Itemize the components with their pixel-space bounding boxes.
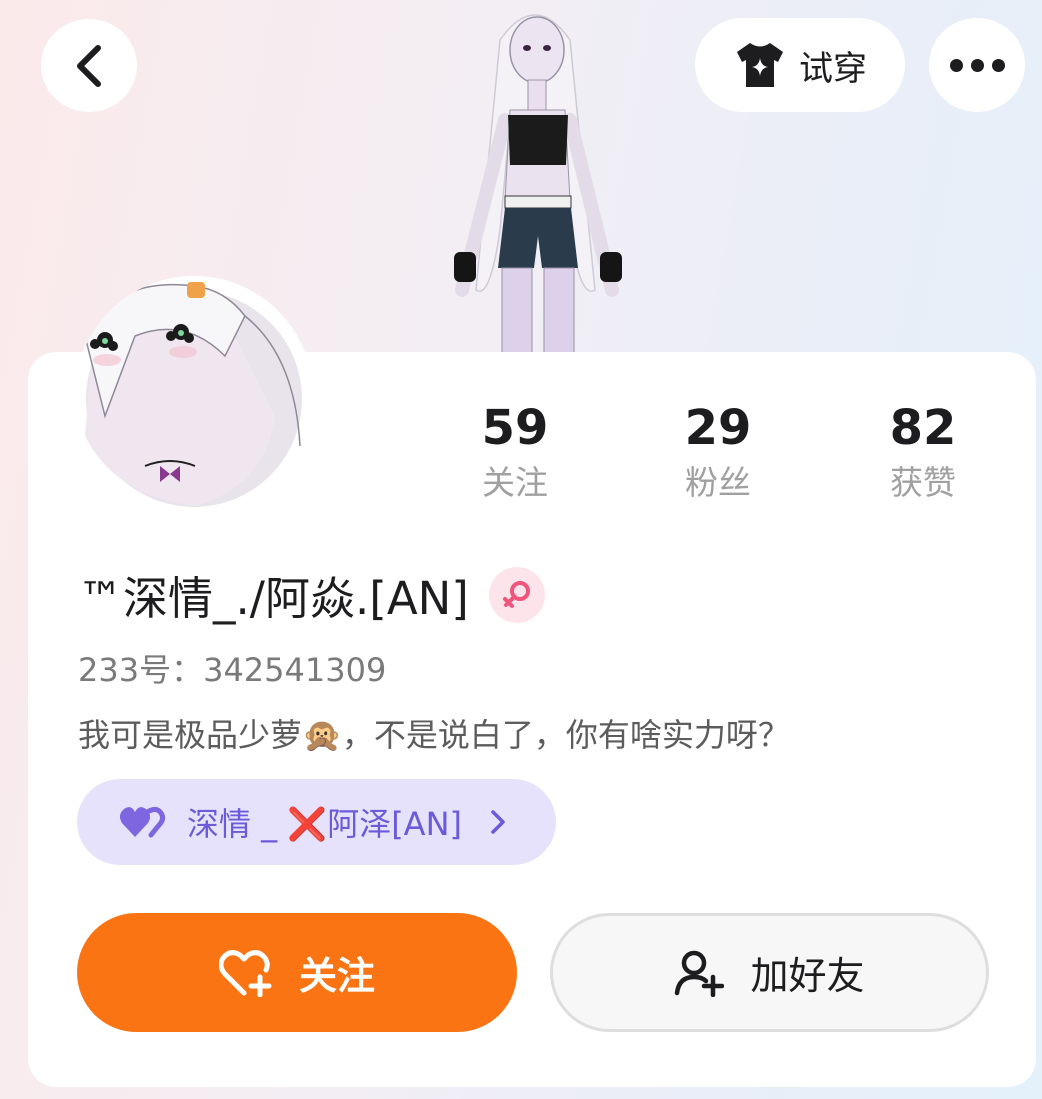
stat-followers[interactable]: 29 粉丝 [643,398,793,506]
double-heart-icon [119,806,165,838]
stat-followers-count: 29 [684,400,752,456]
user-plus-icon [675,950,725,997]
add-friend-button[interactable]: 加好友 [550,913,989,1032]
chevron-right-icon [491,810,505,834]
tshirt-sparkle-icon [737,43,783,87]
more-options-button[interactable] [929,18,1025,112]
user-id: 233号：342541309 [78,651,387,689]
chevron-left-icon [77,44,101,87]
follow-label: 关注 [298,954,375,998]
more-dot-icon [949,58,963,72]
stat-likes-count: 82 [889,400,957,456]
stat-following-count: 59 [481,400,549,456]
try-on-button[interactable]: 试穿 [695,18,905,112]
stat-likes[interactable]: 82 获赞 [848,398,998,506]
female-gender-icon [488,566,545,623]
cp-tag-label: 深情 _ ❌阿泽[AN] [187,805,462,843]
avatar[interactable] [75,276,313,514]
stat-followers-label: 粉丝 [685,463,751,502]
stat-likes-label: 获赞 [890,463,956,502]
more-dot-icon [970,58,984,72]
back-button[interactable] [41,19,137,112]
more-dot-icon [991,58,1005,72]
avatar-3d-figure [420,0,650,357]
bio-text: 我可是极品少萝🙊，不是说白了，你有啥实力呀？ [78,716,790,754]
nickname-row: ™深情_./阿焱.[AN] [78,562,545,627]
try-on-label: 试穿 [799,48,867,89]
follow-button[interactable]: 关注 [77,913,517,1032]
nickname: ™深情_./阿焱.[AN] [78,572,469,625]
heart-plus-icon [218,949,272,997]
cp-relationship-tag[interactable]: 深情 _ ❌阿泽[AN] [77,779,556,865]
stat-following-label: 关注 [482,463,548,502]
stat-following[interactable]: 59 关注 [440,398,590,506]
add-friend-label: 加好友 [750,954,865,998]
